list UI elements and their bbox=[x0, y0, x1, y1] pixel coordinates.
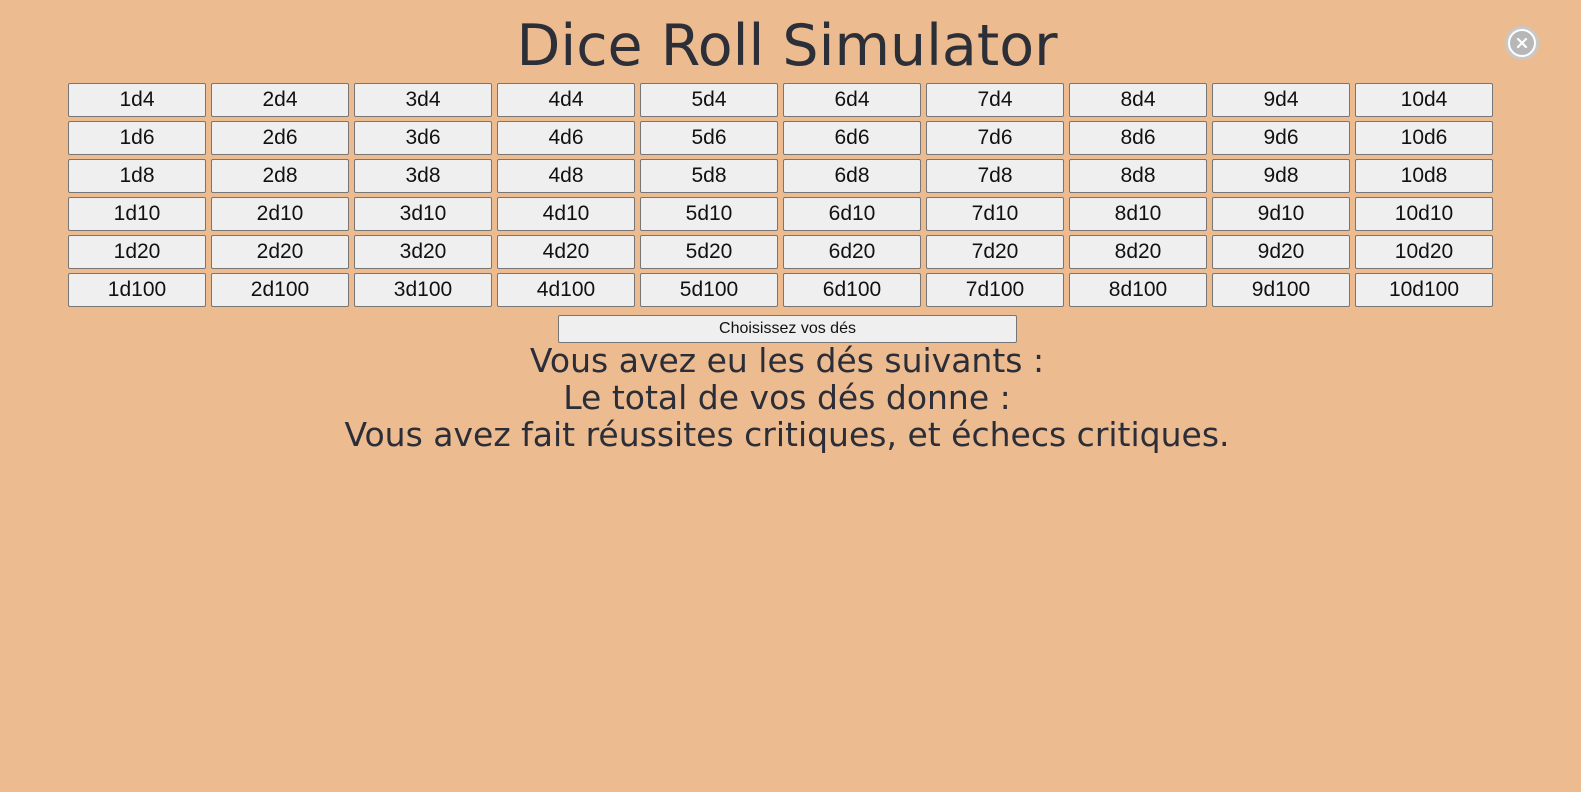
dice-button-1d10[interactable]: 1d10 bbox=[68, 197, 206, 231]
dice-button-3d10[interactable]: 3d10 bbox=[354, 197, 492, 231]
dice-button-1d8[interactable]: 1d8 bbox=[68, 159, 206, 193]
dice-button-2d20[interactable]: 2d20 bbox=[211, 235, 349, 269]
dice-button-6d10[interactable]: 6d10 bbox=[783, 197, 921, 231]
dice-button-4d8[interactable]: 4d8 bbox=[497, 159, 635, 193]
dice-button-10d10[interactable]: 10d10 bbox=[1355, 197, 1493, 231]
dice-button-10d100[interactable]: 10d100 bbox=[1355, 273, 1493, 307]
dice-button-2d6[interactable]: 2d6 bbox=[211, 121, 349, 155]
dice-button-8d8[interactable]: 8d8 bbox=[1069, 159, 1207, 193]
critical-line: Vous avez fait réussites critiques, et é… bbox=[344, 415, 1230, 454]
dice-button-8d20[interactable]: 8d20 bbox=[1069, 235, 1207, 269]
dice-button-9d8[interactable]: 9d8 bbox=[1212, 159, 1350, 193]
dice-button-2d10[interactable]: 2d10 bbox=[211, 197, 349, 231]
dice-button-grid: 1d4 2d4 3d4 4d4 5d4 6d4 7d4 8d4 9d4 10d4 1d6 2d6 3d6… bbox=[68, 83, 1493, 307]
dice-button-7d8[interactable]: 7d8 bbox=[926, 159, 1064, 193]
dice-button-6d20[interactable]: 6d20 bbox=[783, 235, 921, 269]
dice-button-1d100[interactable]: 1d100 bbox=[68, 273, 206, 307]
close-icon bbox=[1510, 31, 1534, 55]
dice-results-line: Vous avez eu les dés suivants : bbox=[529, 341, 1045, 380]
dice-button-3d4[interactable]: 3d4 bbox=[354, 83, 492, 117]
dice-button-5d100[interactable]: 5d100 bbox=[640, 273, 778, 307]
dice-button-4d100[interactable]: 4d100 bbox=[497, 273, 635, 307]
dice-button-9d10[interactable]: 9d10 bbox=[1212, 197, 1350, 231]
dice-button-7d10[interactable]: 7d10 bbox=[926, 197, 1064, 231]
page-title: Dice Roll Simulator bbox=[516, 13, 1058, 79]
dice-button-8d4[interactable]: 8d4 bbox=[1069, 83, 1207, 117]
dice-button-4d4[interactable]: 4d4 bbox=[497, 83, 635, 117]
close-button[interactable] bbox=[1505, 26, 1539, 60]
dice-button-4d20[interactable]: 4d20 bbox=[497, 235, 635, 269]
dice-button-8d6[interactable]: 8d6 bbox=[1069, 121, 1207, 155]
dice-button-10d6[interactable]: 10d6 bbox=[1355, 121, 1493, 155]
dice-button-9d100[interactable]: 9d100 bbox=[1212, 273, 1350, 307]
dice-button-3d20[interactable]: 3d20 bbox=[354, 235, 492, 269]
dice-button-7d20[interactable]: 7d20 bbox=[926, 235, 1064, 269]
dice-button-2d4[interactable]: 2d4 bbox=[211, 83, 349, 117]
dice-button-7d4[interactable]: 7d4 bbox=[926, 83, 1064, 117]
dice-button-7d6[interactable]: 7d6 bbox=[926, 121, 1064, 155]
dice-button-8d10[interactable]: 8d10 bbox=[1069, 197, 1207, 231]
dice-button-4d6[interactable]: 4d6 bbox=[497, 121, 635, 155]
dice-button-6d4[interactable]: 6d4 bbox=[783, 83, 921, 117]
dice-button-10d20[interactable]: 10d20 bbox=[1355, 235, 1493, 269]
dice-button-9d20[interactable]: 9d20 bbox=[1212, 235, 1350, 269]
choose-dice-button[interactable]: Choisissez vos dés bbox=[558, 315, 1017, 343]
dice-button-5d6[interactable]: 5d6 bbox=[640, 121, 778, 155]
dice-button-3d100[interactable]: 3d100 bbox=[354, 273, 492, 307]
dice-button-5d10[interactable]: 5d10 bbox=[640, 197, 778, 231]
dice-button-5d8[interactable]: 5d8 bbox=[640, 159, 778, 193]
dice-button-9d6[interactable]: 9d6 bbox=[1212, 121, 1350, 155]
dice-button-1d20[interactable]: 1d20 bbox=[68, 235, 206, 269]
dice-button-5d20[interactable]: 5d20 bbox=[640, 235, 778, 269]
dice-button-5d4[interactable]: 5d4 bbox=[640, 83, 778, 117]
dice-button-6d100[interactable]: 6d100 bbox=[783, 273, 921, 307]
dice-button-2d8[interactable]: 2d8 bbox=[211, 159, 349, 193]
dice-button-10d8[interactable]: 10d8 bbox=[1355, 159, 1493, 193]
dice-button-1d6[interactable]: 1d6 bbox=[68, 121, 206, 155]
dice-button-6d8[interactable]: 6d8 bbox=[783, 159, 921, 193]
results-panel: Vous avez eu les dés suivants : Le total… bbox=[0, 342, 1574, 453]
total-line: Le total de vos dés donne : bbox=[563, 378, 1011, 417]
dice-button-6d6[interactable]: 6d6 bbox=[783, 121, 921, 155]
dice-button-2d100[interactable]: 2d100 bbox=[211, 273, 349, 307]
dice-button-9d4[interactable]: 9d4 bbox=[1212, 83, 1350, 117]
dice-button-8d100[interactable]: 8d100 bbox=[1069, 273, 1207, 307]
dice-button-3d8[interactable]: 3d8 bbox=[354, 159, 492, 193]
dice-button-4d10[interactable]: 4d10 bbox=[497, 197, 635, 231]
dice-button-7d100[interactable]: 7d100 bbox=[926, 273, 1064, 307]
dice-button-10d4[interactable]: 10d4 bbox=[1355, 83, 1493, 117]
dice-button-3d6[interactable]: 3d6 bbox=[354, 121, 492, 155]
dice-button-1d4[interactable]: 1d4 bbox=[68, 83, 206, 117]
